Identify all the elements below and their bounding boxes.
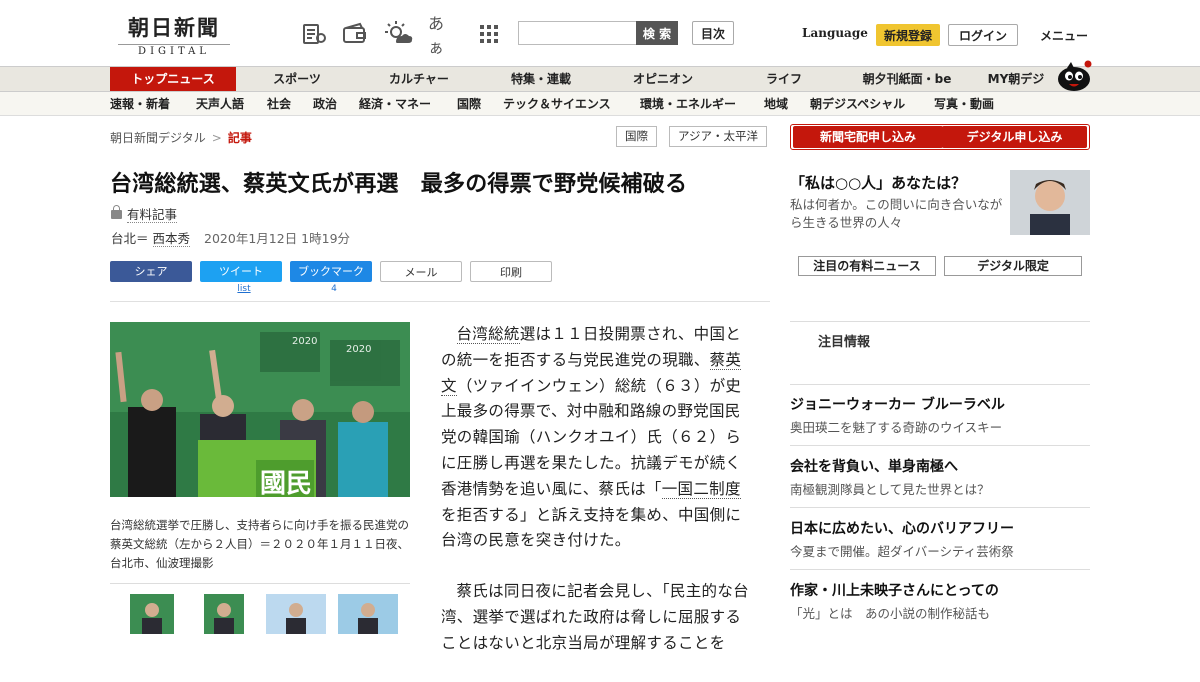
- featured-info-heading: 注目情報: [818, 335, 871, 350]
- digital-subscribe-button[interactable]: デジタル申し込み: [942, 126, 1087, 148]
- newspaper-icon[interactable]: [299, 19, 329, 49]
- article-byline: 台北＝ 西本秀 2020年1月12日 1時19分: [111, 228, 350, 247]
- article-body: 台湾総統選は１１日投開票され、中国との統一を拒否する与党民進党の現職、蔡英文（ツ…: [441, 322, 753, 682]
- logo-main-text: 朝日新聞: [128, 15, 220, 40]
- wallet-icon[interactable]: [340, 19, 370, 49]
- tag-international[interactable]: 国際: [616, 126, 657, 147]
- sidebar-divider: [790, 507, 1090, 508]
- byline-author[interactable]: 西本秀: [152, 231, 191, 247]
- mascot-icon[interactable]: [1055, 58, 1093, 92]
- nav-features[interactable]: 特集・連載: [500, 67, 582, 91]
- sidebar-divider: [790, 445, 1090, 446]
- photo-thumbnail[interactable]: [130, 594, 174, 634]
- byline-location: 台北＝: [111, 231, 149, 246]
- nav2-environment[interactable]: 環境・エネルギー: [640, 92, 736, 116]
- featured-item-title[interactable]: 会社を背負い、単身南極へ: [790, 456, 958, 476]
- featured-item-subtitle: 「光」とは あの小説の制作秘話も: [790, 606, 991, 621]
- nav-top-news[interactable]: トップニュース: [110, 67, 236, 91]
- featured-item-subtitle: 奥田瑛二を魅了する奇跡のウイスキー: [790, 420, 1003, 435]
- featured-item-title[interactable]: 日本に広めたい、心のバリアフリー: [790, 518, 1014, 538]
- table-of-contents-button[interactable]: 目次: [692, 21, 734, 45]
- nav-print-edition[interactable]: 朝夕刊紙面・be: [852, 67, 962, 91]
- article-paragraph: 蔡氏は同日夜に記者会見し、「民主的な台湾、選挙で選ばれた政府は脅しに屈服すること…: [441, 582, 749, 652]
- sidebar-divider: [790, 321, 1090, 322]
- photo-caption: 台湾総統選挙で圧勝し、支持者らに向け手を振る民進党の蔡英文総統（左から２人目）＝…: [110, 518, 409, 570]
- breadcrumb-separator: >: [211, 131, 222, 145]
- caption-divider: [110, 583, 410, 584]
- share-divider: [110, 301, 770, 302]
- bookmark-count: 4: [331, 284, 337, 294]
- photo-thumbnail[interactable]: [204, 594, 244, 634]
- nav2-special[interactable]: 朝デジスペシャル: [810, 92, 905, 116]
- article-paragraph: 台湾総統選は１１日投開票され、中国との統一を拒否する与党民進党の現職、蔡英文（ツ…: [441, 325, 742, 550]
- font-size-icon[interactable]: あぁ: [428, 14, 458, 57]
- nav-opinion[interactable]: オピニオン: [620, 67, 706, 91]
- nav2-photo-video[interactable]: 写真・動画: [934, 92, 994, 116]
- promo-image[interactable]: [1010, 170, 1090, 235]
- twitter-count-link[interactable]: list: [203, 284, 285, 294]
- photo-thumbnail[interactable]: [338, 594, 398, 634]
- keyword-link-one-country-two-systems[interactable]: 一国二制度: [661, 479, 741, 499]
- keyword-link-taiwan-presidential[interactable]: 台湾総統: [456, 325, 520, 344]
- twitter-share-button[interactable]: ツイート: [200, 261, 282, 282]
- sidebar-divider: [790, 569, 1090, 570]
- login-button[interactable]: ログイン: [948, 24, 1018, 46]
- tab-paid-news[interactable]: 注目の有料ニュース: [798, 256, 936, 276]
- article-photo[interactable]: 2020 2020 國民: [110, 322, 410, 497]
- svg-text:國民: 國民: [260, 469, 312, 497]
- site-header: 朝日新聞 DIGITAL あぁ 検 索 目次 Language 新規登録 ログイ…: [0, 0, 1200, 66]
- bookmark-button[interactable]: ブックマーク: [290, 261, 372, 282]
- nav2-region[interactable]: 地域: [764, 92, 788, 116]
- nav2-international[interactable]: 国際: [457, 92, 481, 116]
- paid-article-badge: 有料記事: [111, 204, 178, 223]
- article-headline: 台湾総統選、蔡英文氏が再選 最多の得票で野党候補破る: [110, 172, 688, 197]
- search-button[interactable]: 検 索: [636, 21, 678, 45]
- facebook-share-button[interactable]: シェア: [110, 261, 192, 282]
- featured-item-subtitle: 今夏まで開催。超ダイバーシティ芸術祭: [790, 544, 1014, 559]
- breadcrumb-home[interactable]: 朝日新聞デジタル: [110, 131, 206, 145]
- nav-culture[interactable]: カルチャー: [376, 67, 462, 91]
- nav2-tech[interactable]: テック＆サイエンス: [503, 92, 611, 116]
- weather-icon[interactable]: [384, 19, 414, 49]
- mail-button[interactable]: メール: [380, 261, 462, 282]
- article-date: 2020年1月12日 1時19分: [204, 231, 351, 246]
- promo-title[interactable]: 「私は○○人」あなたは？: [790, 172, 966, 193]
- search-input[interactable]: [518, 21, 638, 45]
- primary-nav: トップニュース スポーツ カルチャー 特集・連載 オピニオン ライフ 朝夕刊紙面…: [0, 66, 1200, 92]
- print-button[interactable]: 印刷: [470, 261, 552, 282]
- nav2-tensei[interactable]: 天声人語: [196, 92, 244, 116]
- breadcrumb-current: 記事: [227, 131, 252, 145]
- breadcrumb: 朝日新聞デジタル > 記事: [110, 129, 252, 146]
- nav2-society[interactable]: 社会: [267, 92, 291, 116]
- featured-item-title[interactable]: 作家・川上未映子さんにとっての: [790, 580, 999, 600]
- grid-icon[interactable]: [474, 19, 504, 49]
- lock-icon: [111, 205, 122, 219]
- font-size-label: あぁ: [428, 14, 445, 57]
- svg-text:2020: 2020: [346, 344, 371, 355]
- photo-thumbnail[interactable]: [266, 594, 326, 634]
- sidebar-divider: [790, 384, 1090, 385]
- site-logo[interactable]: 朝日新聞 DIGITAL: [118, 12, 230, 57]
- featured-item-title[interactable]: ジョニーウォーカー ブルーラベル: [790, 394, 1005, 414]
- nav-my-asahi[interactable]: MY朝デジ: [982, 67, 1050, 91]
- secondary-nav: 速報・新着 天声人語 社会 政治 経済・マネー 国際 テック＆サイエンス 環境・…: [0, 92, 1200, 116]
- featured-item-subtitle: 南極観測隊員として見た世界とは？: [790, 482, 990, 497]
- language-link[interactable]: Language: [802, 26, 868, 40]
- svg-text:2020: 2020: [292, 336, 317, 347]
- menu-button[interactable]: メニュー: [1040, 27, 1088, 44]
- register-button[interactable]: 新規登録: [876, 24, 940, 46]
- nav2-politics[interactable]: 政治: [313, 92, 337, 116]
- logo-sub-text: DIGITAL: [118, 44, 230, 57]
- newspaper-subscribe-button[interactable]: 新聞宅配申し込み: [793, 126, 943, 148]
- tag-asia-pacific[interactable]: アジア・太平洋: [669, 126, 768, 147]
- nav-life[interactable]: ライフ: [754, 67, 814, 91]
- tab-digital-limited[interactable]: デジタル限定: [944, 256, 1082, 276]
- paid-article-label[interactable]: 有料記事: [127, 207, 178, 223]
- nav2-breaking[interactable]: 速報・新着: [110, 92, 170, 116]
- promo-subtitle: 私は何者か。この問いに向き合いながら生きる世界の人々: [790, 197, 1003, 230]
- nav-sports[interactable]: スポーツ: [258, 67, 336, 91]
- nav2-economy[interactable]: 経済・マネー: [359, 92, 431, 116]
